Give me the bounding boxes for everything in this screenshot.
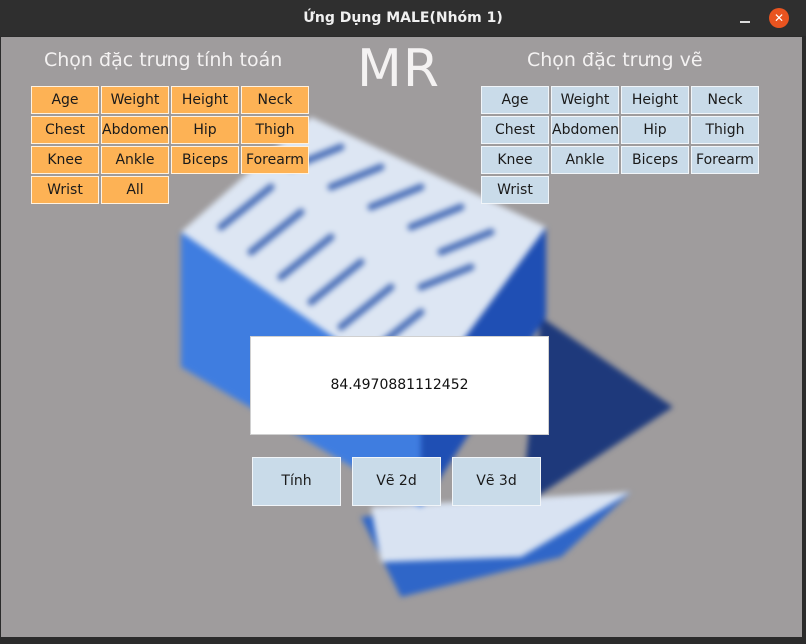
- title-bar: Ứng Dụng MALE(Nhóm 1) ✕: [0, 0, 806, 36]
- plot-btn-age[interactable]: Age: [481, 86, 549, 114]
- plot-2d-button[interactable]: Vẽ 2d: [352, 457, 441, 506]
- result-display: 84.4970881112452: [250, 336, 549, 435]
- compute-btn-wrist[interactable]: Wrist: [31, 176, 99, 204]
- plot-btn-chest[interactable]: Chest: [481, 116, 549, 144]
- compute-btn-neck[interactable]: Neck: [241, 86, 309, 114]
- main-window: Chọn đặc trưng tính toán MR Chọn đặc trư…: [1, 37, 802, 637]
- plot-btn-biceps[interactable]: Biceps: [621, 146, 689, 174]
- plot-btn-thigh[interactable]: Thigh: [691, 116, 759, 144]
- plot-btn-neck[interactable]: Neck: [691, 86, 759, 114]
- plot-btn-hip[interactable]: Hip: [621, 116, 689, 144]
- compute-features-heading: Chọn đặc trưng tính toán: [44, 49, 283, 71]
- close-button[interactable]: ✕: [769, 8, 789, 28]
- compute-btn-thigh[interactable]: Thigh: [241, 116, 309, 144]
- minimize-button[interactable]: [738, 9, 752, 27]
- plot-features-heading: Chọn đặc trưng vẽ: [527, 49, 703, 71]
- compute-btn-age[interactable]: Age: [31, 86, 99, 114]
- plot-btn-weight[interactable]: Weight: [551, 86, 619, 114]
- compute-btn-chest[interactable]: Chest: [31, 116, 99, 144]
- plot-btn-ankle[interactable]: Ankle: [551, 146, 619, 174]
- compute-btn-ankle[interactable]: Ankle: [101, 146, 169, 174]
- compute-btn-all[interactable]: All: [101, 176, 169, 204]
- compute-btn-biceps[interactable]: Biceps: [171, 146, 239, 174]
- compute-btn-forearm[interactable]: Forearm: [241, 146, 309, 174]
- compute-btn-abdomen[interactable]: Abdomen: [101, 116, 169, 144]
- compute-btn-knee[interactable]: Knee: [31, 146, 99, 174]
- app-logo: MR: [357, 39, 440, 99]
- plot-btn-abdomen[interactable]: Abdomen: [551, 116, 619, 144]
- plot-btn-height[interactable]: Height: [621, 86, 689, 114]
- plot-3d-button[interactable]: Vẽ 3d: [452, 457, 541, 506]
- window-title: Ứng Dụng MALE(Nhóm 1): [303, 10, 503, 26]
- compute-btn-hip[interactable]: Hip: [171, 116, 239, 144]
- plot-btn-forearm[interactable]: Forearm: [691, 146, 759, 174]
- compute-button[interactable]: Tính: [252, 457, 341, 506]
- compute-btn-weight[interactable]: Weight: [101, 86, 169, 114]
- plot-btn-wrist[interactable]: Wrist: [481, 176, 549, 204]
- plot-btn-knee[interactable]: Knee: [481, 146, 549, 174]
- compute-btn-height[interactable]: Height: [171, 86, 239, 114]
